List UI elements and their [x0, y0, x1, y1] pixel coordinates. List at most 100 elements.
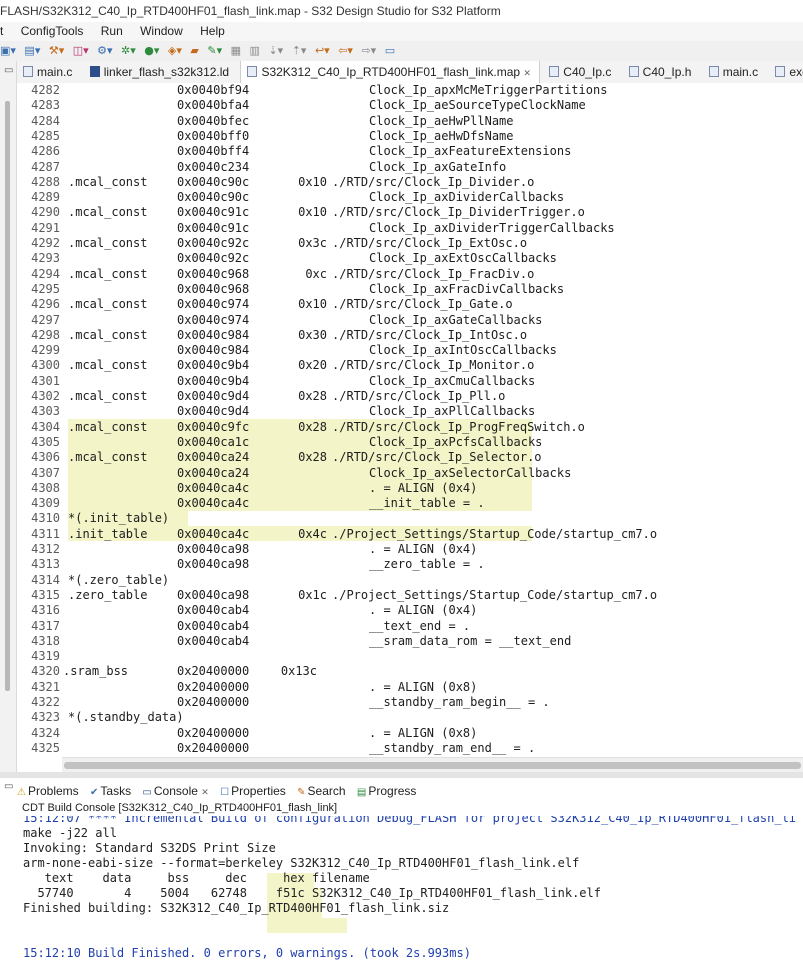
settings-icon[interactable]: ⚙▾: [97, 41, 112, 61]
search-icon: ✎: [297, 787, 306, 798]
tab-search[interactable]: ✎ Search: [297, 781, 345, 803]
console-line: 15:12:10 Build Finished. 0 errors, 0 war…: [23, 946, 471, 960]
toggle-icon[interactable]: ▦: [231, 41, 241, 61]
symbol-name: __sram_data_rom = __text_end: [369, 633, 572, 648]
map-line: 4296 .mcal_const 0x0040c974 0x10 ./RTD/src/C…: [17, 297, 803, 312]
symbol-name: __text_end = .: [369, 618, 471, 633]
map-line: 4303 0x0040c9d4 Clock_Ip_axPllCallbacks: [17, 404, 803, 419]
address: 0x0040bff4: [177, 144, 250, 159]
address: 0x20400000: [177, 695, 250, 709]
tab-console[interactable]: ▭ Console ✕: [142, 781, 208, 803]
tab-tasks[interactable]: ✔ Tasks: [90, 781, 131, 803]
map-line: 4293 0x0040c92c Clock_Ip_axExtOscCallbacks: [17, 251, 803, 266]
run-icon[interactable]: ●▾: [144, 41, 159, 61]
size-value: 0x13c: [280, 664, 317, 679]
address: 0x0040c90c: [177, 174, 250, 189]
menu-item-configtools[interactable]: ConfigTools: [21, 24, 84, 38]
restore-icon[interactable]: ▭: [4, 65, 13, 76]
last-edit-icon[interactable]: ↩▾: [315, 41, 330, 61]
tab-problems[interactable]: ⚠ Problems: [17, 781, 79, 803]
address: 0x0040ca1c: [177, 434, 250, 449]
map-line: 4305 0x0040ca1c Clock_Ip_axPcfsCallbacks: [17, 435, 803, 450]
tab-c40-ip-c[interactable]: C40_Ip.c: [543, 61, 619, 83]
open-folder-icon[interactable]: ▰: [190, 41, 198, 61]
build-console[interactable]: 15:12:07 **** Incremental Build of confi…: [0, 816, 803, 966]
symbol-name: Clock_Ip_axCmuCallbacks: [369, 373, 536, 388]
address: 0x0040ca98: [177, 542, 250, 556]
object-file: ./RTD/src/Clock_Ip_ProgFreqSwitch.o: [332, 419, 585, 434]
tab-progress[interactable]: ▤ Progress: [357, 781, 416, 803]
symbol-name: Clock_Ip_axIntOscCallbacks: [369, 343, 557, 358]
map-line: 4323 *(.standby_data): [17, 710, 803, 725]
address: 0x0040ca4c: [177, 526, 250, 541]
size-value: 0x30: [298, 327, 327, 342]
new-icon[interactable]: ▣▾: [0, 41, 16, 61]
menu-item-partial[interactable]: t: [0, 24, 3, 38]
menu-item-help[interactable]: Help: [200, 24, 225, 38]
line-number: 4282: [31, 83, 60, 97]
map-line: 4318 0x0040cab4 __sram_data_rom = __text_e…: [17, 634, 803, 649]
map-file-editor[interactable]: 4282 0x0040bf94 Clock_Ip_apxMcMeTriggerPar…: [17, 83, 803, 756]
next-annotation-icon[interactable]: ⇣▾: [268, 41, 283, 61]
menu-item-run[interactable]: Run: [101, 24, 123, 38]
address: 0x20400000: [177, 664, 250, 679]
external-tools-icon[interactable]: ◈▾: [168, 41, 182, 61]
symbol-name: __zero_table = .: [369, 557, 485, 572]
text-file-icon: [247, 66, 258, 77]
build-icon[interactable]: ⚒▾: [49, 41, 64, 61]
tab-label: S32K312_C40_Ip_RTD400HF01_flash_link.map: [261, 65, 521, 79]
map-line: 4292 .mcal_const 0x0040c92c 0x3c ./RTD/src/C…: [17, 236, 803, 251]
close-icon[interactable]: ✕: [201, 787, 209, 797]
progress-icon: ▤: [356, 787, 367, 798]
tab-label: main.c: [722, 65, 759, 79]
address: 0x0040ca24: [177, 465, 250, 480]
forward-icon[interactable]: ⇨▾: [361, 41, 376, 61]
map-line: 4316 0x0040cab4 . = ALIGN (0x4): [17, 603, 803, 618]
section-name: *(.init_table): [68, 511, 170, 526]
debug-icon[interactable]: ✲▾: [121, 41, 136, 61]
tab-label: exception: [789, 65, 803, 79]
tab-exception[interactable]: exception: [769, 61, 803, 83]
address: 0x0040c984: [177, 327, 250, 342]
editor-horizontal-scrollbar[interactable]: [62, 757, 803, 772]
map-line: 4290 .mcal_const 0x0040c91c 0x10 ./RTD/src/C…: [17, 205, 803, 220]
tab-properties[interactable]: ☐ Properties: [220, 781, 286, 803]
menu-item-window[interactable]: Window: [140, 24, 183, 38]
line-number: 4292: [31, 236, 60, 250]
save-icon[interactable]: ▤▾: [24, 41, 40, 61]
line-number: 4318: [31, 633, 60, 648]
edit-icon[interactable]: ✎▾: [207, 41, 222, 61]
address: 0x0040c984: [177, 343, 250, 358]
map-line: 4298 .mcal_const 0x0040c984 0x30 ./RTD/src/C…: [17, 328, 803, 343]
tab-main-c[interactable]: main.c: [17, 61, 80, 83]
back-icon[interactable]: ⇦▾: [338, 41, 353, 61]
pane-splitter[interactable]: [0, 772, 803, 778]
size-value: 0x28: [298, 419, 327, 434]
config-icon[interactable]: ◫▾: [73, 41, 89, 61]
console-line: 15:12:07 **** Incremental Build of confi…: [23, 816, 797, 825]
address: 0x0040c968: [177, 266, 250, 281]
tab-label: Progress: [368, 784, 417, 798]
address: 0x0040cab4: [177, 603, 250, 618]
scrollbar-thumb[interactable]: [64, 762, 801, 769]
pin-editor-icon[interactable]: ▭: [385, 41, 395, 61]
minimized-views-bar[interactable]: [5, 101, 10, 691]
size-value: 0x10: [298, 174, 327, 189]
symbol-name: Clock_Ip_apxMcMeTriggerPartitions: [369, 83, 608, 97]
tab-map-file[interactable]: S32K312_C40_Ip_RTD400HF01_flash_link.map…: [240, 61, 540, 83]
window-title: FLASH/S32K312_C40_Ip_RTD400HF01_flash_li…: [0, 0, 803, 22]
map-line: 4317 0x0040cab4 __text_end = .: [17, 619, 803, 634]
mark-icon[interactable]: ▥: [250, 41, 260, 61]
problems-icon: ⚠: [17, 787, 26, 798]
tab-c40-ip-h[interactable]: C40_Ip.h: [623, 61, 700, 83]
bottom-view-tabs: ⚠ Problems ✔ Tasks ▭ Console ✕ ☐ Properties …: [17, 781, 803, 801]
size-value: 0x28: [298, 389, 327, 403]
tab-linker-ld[interactable]: linker_flash_s32k312.ld: [84, 61, 237, 83]
close-icon[interactable]: ✕: [523, 68, 531, 78]
tab-label: linker_flash_s32k312.ld: [103, 65, 230, 79]
map-line: 4302 .mcal_const 0x0040c9d4 0x28 ./RTD/src/C…: [17, 389, 803, 404]
prev-annotation-icon[interactable]: ⇡▾: [292, 41, 307, 61]
tab-main-c-2[interactable]: main.c: [703, 61, 766, 83]
view-minimize-icon[interactable]: ▭: [4, 781, 13, 792]
address: 0x0040c968: [177, 281, 250, 296]
